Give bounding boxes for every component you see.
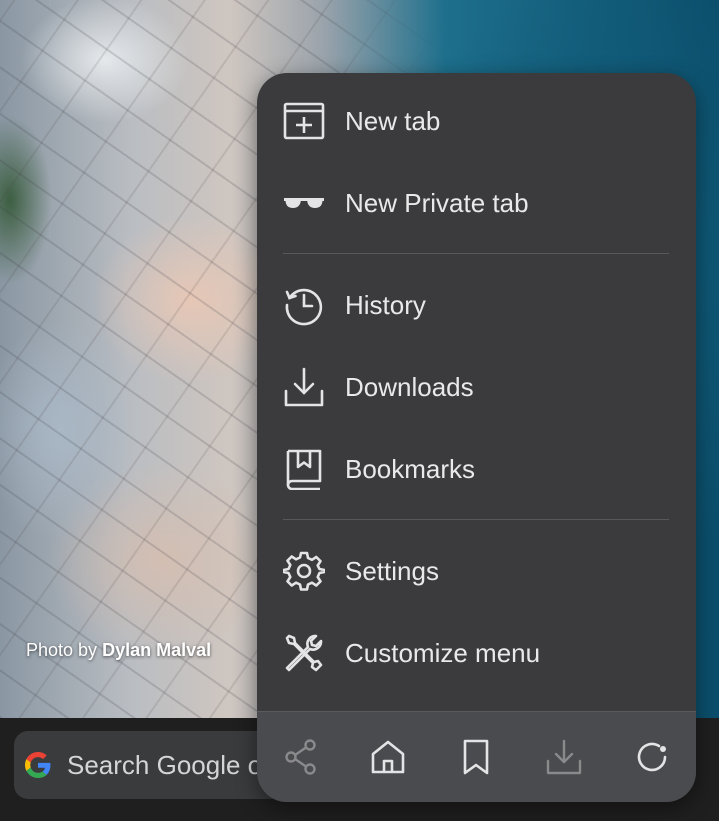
reload-icon <box>637 742 667 772</box>
menu-item-history[interactable]: History <box>257 264 696 346</box>
bookmark-button[interactable] <box>451 732 501 782</box>
share-icon <box>285 739 316 775</box>
download-page-button[interactable] <box>539 732 589 782</box>
home-button[interactable] <box>363 732 413 782</box>
google-g-icon <box>25 752 51 778</box>
menu-item-new-tab[interactable]: New tab <box>257 80 696 162</box>
gear-icon <box>283 550 325 592</box>
menu-item-label: Settings <box>345 555 439 586</box>
history-icon <box>283 284 325 326</box>
search-placeholder: Search Google o <box>67 749 263 780</box>
bookmarks-book-icon <box>283 448 325 490</box>
menu-item-label: Downloads <box>345 371 474 402</box>
menu-item-label: Customize menu <box>345 637 541 668</box>
menu-divider <box>283 253 669 254</box>
menu-divider <box>283 519 669 520</box>
overflow-menu: New tab New Private tab History Download… <box>257 73 696 802</box>
photo-credit-prefix: Photo by <box>26 640 98 660</box>
menu-item-label: History <box>345 289 426 320</box>
menu-item-new-private-tab[interactable]: New Private tab <box>257 162 696 244</box>
private-glasses-icon <box>283 182 325 224</box>
menu-item-customize-menu[interactable]: Customize menu <box>257 612 696 694</box>
wrench-screwdriver-icon <box>283 632 325 674</box>
menu-item-label: Bookmarks <box>345 453 476 484</box>
photo-credit[interactable]: Photo by Dylan Malval <box>26 640 211 661</box>
menu-toolbar <box>257 711 696 802</box>
menu-item-downloads[interactable]: Downloads <box>257 346 696 428</box>
new-tab-icon <box>283 100 325 142</box>
menu-item-label: New tab <box>345 105 441 136</box>
menu-item-settings[interactable]: Settings <box>257 530 696 612</box>
browser-new-tab-screen: Photo by Dylan Malval Search Google o Ne… <box>0 0 719 821</box>
download-icon <box>546 739 582 775</box>
download-icon <box>283 366 325 408</box>
home-icon <box>371 740 405 774</box>
menu-item-label: New Private tab <box>345 187 529 218</box>
reload-button[interactable] <box>627 732 677 782</box>
share-button[interactable] <box>276 732 326 782</box>
bookmark-icon <box>463 739 489 775</box>
photo-credit-author[interactable]: Dylan Malval <box>102 640 211 660</box>
menu-item-bookmarks[interactable]: Bookmarks <box>257 428 696 510</box>
